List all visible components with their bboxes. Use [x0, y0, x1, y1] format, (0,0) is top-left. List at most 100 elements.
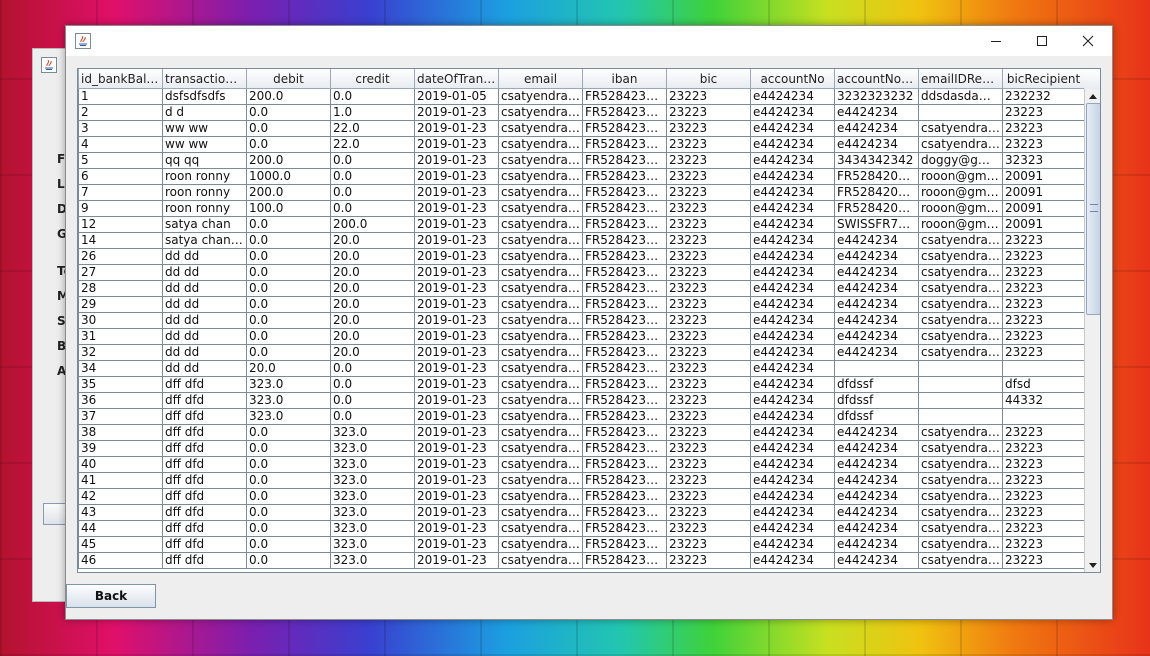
table-cell[interactable]: e4424234 [834, 344, 919, 361]
table-cell[interactable]: 20.0 [330, 280, 415, 297]
table-cell[interactable]: 0.0 [246, 552, 331, 569]
table-cell[interactable]: doggy@gma... [918, 152, 1003, 169]
table-row[interactable]: 3 ww ww 0.0 22.0 2019-01-23 csatyendra0... FR5… [78, 120, 1085, 137]
table-cell[interactable]: 0.0 [246, 328, 331, 345]
table-cell[interactable]: 4 [78, 136, 163, 153]
table-cell[interactable]: e4424234 [750, 504, 835, 521]
table-cell[interactable]: 323.0 [330, 472, 415, 489]
table-cell[interactable]: 20091 [1002, 216, 1085, 233]
table-cell[interactable]: e4424234 [834, 472, 919, 489]
table-cell[interactable]: 3434342342 [834, 152, 919, 169]
table-cell[interactable]: 44332 [1002, 392, 1085, 409]
table-cell[interactable]: csatyendra0... [498, 104, 583, 121]
table-cell[interactable]: 2019-01-23 [414, 344, 499, 361]
table-cell[interactable]: 23223 [666, 392, 751, 409]
table-cell[interactable]: 2019-01-23 [414, 104, 499, 121]
table-cell[interactable]: satya chan [162, 216, 247, 233]
table-cell[interactable]: e4424234 [750, 88, 835, 105]
table-cell[interactable]: 323.0 [246, 376, 331, 393]
table-cell[interactable]: e4424234 [750, 408, 835, 425]
table-cell[interactable]: 200.0 [246, 152, 331, 169]
table-cell[interactable]: dff dfd [162, 440, 247, 457]
table-cell[interactable]: 23223 [666, 232, 751, 249]
column-header[interactable]: transactionN... [162, 69, 247, 89]
table-cell[interactable]: 0.0 [330, 376, 415, 393]
table-cell[interactable]: dff dfd [162, 488, 247, 505]
table-cell[interactable]: e4424234 [834, 296, 919, 313]
table-row[interactable]: 30 dd dd 0.0 20.0 2019-01-23 csatyendra0... FR… [78, 312, 1085, 329]
table-cell[interactable]: 0.0 [330, 392, 415, 409]
table-cell[interactable]: 20.0 [246, 360, 331, 377]
table-cell[interactable]: e4424234 [750, 472, 835, 489]
table-cell[interactable]: dd dd [162, 264, 247, 281]
table-cell[interactable]: e4424234 [834, 136, 919, 153]
table-cell[interactable] [918, 104, 1003, 121]
table-cell[interactable]: FR52842322... [582, 120, 667, 137]
table-cell[interactable]: e4424234 [750, 312, 835, 329]
table-cell[interactable]: csatyendra0... [498, 200, 583, 217]
column-header[interactable]: accountNo [750, 69, 835, 89]
table-cell[interactable]: 20.0 [330, 344, 415, 361]
table-cell[interactable]: FR52842322... [582, 104, 667, 121]
table-cell[interactable]: 23223 [666, 312, 751, 329]
table-cell[interactable]: 23223 [1002, 312, 1085, 329]
table-cell[interactable] [1002, 408, 1085, 425]
table-cell[interactable]: 0.0 [246, 344, 331, 361]
table-cell[interactable]: 29 [78, 296, 163, 313]
table-cell[interactable]: 23223 [1002, 248, 1085, 265]
table-cell[interactable]: 39 [78, 440, 163, 457]
table-cell[interactable]: 23223 [666, 456, 751, 473]
table-cell[interactable]: FR52842009... [834, 184, 919, 201]
table-cell[interactable]: e4424234 [834, 104, 919, 121]
table-row[interactable]: 4 ww ww 0.0 22.0 2019-01-23 csatyendra0... FR5… [78, 136, 1085, 153]
table-cell[interactable]: 323.0 [246, 408, 331, 425]
table-cell[interactable]: 0.0 [330, 152, 415, 169]
table-cell[interactable]: dff dfd [162, 504, 247, 521]
table-cell[interactable]: dd dd [162, 248, 247, 265]
table-cell[interactable]: csatyendra0... [918, 424, 1003, 441]
table-cell[interactable]: e4424234 [750, 376, 835, 393]
table-cell[interactable]: FR52842322... [582, 216, 667, 233]
table-row[interactable]: 12 satya chan 0.0 200.0 2019-01-23 csatyendra… [78, 216, 1085, 233]
table-cell[interactable]: csatyendra0... [498, 248, 583, 265]
table-cell[interactable]: 0.0 [246, 296, 331, 313]
table-cell[interactable]: 23223 [1002, 520, 1085, 537]
table-cell[interactable]: 0.0 [330, 184, 415, 201]
table-cell[interactable]: e4424234 [750, 280, 835, 297]
table-cell[interactable]: csatyendra0... [498, 392, 583, 409]
column-header[interactable]: emailIDReci... [918, 69, 1003, 89]
table-cell[interactable]: csatyendra0... [498, 216, 583, 233]
table-cell[interactable]: 2019-01-23 [414, 328, 499, 345]
table-cell[interactable]: 2019-01-23 [414, 424, 499, 441]
table-cell[interactable]: csatyendra0... [918, 264, 1003, 281]
table-cell[interactable]: csatyendra0... [498, 536, 583, 553]
table-cell[interactable]: 44 [78, 520, 163, 537]
table-cell[interactable]: e4424234 [834, 504, 919, 521]
scroll-up-button[interactable] [1085, 89, 1100, 103]
table-cell[interactable]: 23223 [666, 280, 751, 297]
table-row[interactable]: 44 dff dfd 0.0 323.0 2019-01-23 csatyendra0..… [78, 520, 1085, 537]
table-cell[interactable]: FR52842322... [582, 520, 667, 537]
table-cell[interactable]: 23223 [666, 344, 751, 361]
column-header[interactable]: bic [666, 69, 751, 89]
table-cell[interactable]: 2019-01-23 [414, 136, 499, 153]
table-cell[interactable]: FR52842322... [582, 232, 667, 249]
table-cell[interactable]: 2019-01-23 [414, 168, 499, 185]
table-cell[interactable]: e4424234 [750, 264, 835, 281]
table-cell[interactable]: 23223 [1002, 232, 1085, 249]
table-cell[interactable]: 23223 [666, 552, 751, 569]
table-cell[interactable]: rooon@gmai... [918, 168, 1003, 185]
table-cell[interactable]: rooon@gmai... [918, 216, 1003, 233]
table-cell[interactable]: 3232323232 [834, 88, 919, 105]
table-cell[interactable]: 0.0 [330, 168, 415, 185]
table-cell[interactable]: FR52842322... [582, 536, 667, 553]
table-row[interactable]: 45 dff dfd 0.0 323.0 2019-01-23 csatyendra0..… [78, 536, 1085, 553]
table-cell[interactable]: 323.0 [330, 552, 415, 569]
table-cell[interactable]: e4424234 [834, 328, 919, 345]
table-cell[interactable]: 0.0 [246, 264, 331, 281]
table-cell[interactable]: FR52842322... [582, 264, 667, 281]
table-cell[interactable]: FR52842322... [582, 344, 667, 361]
table-cell[interactable]: e4424234 [750, 456, 835, 473]
table-row[interactable]: 2d d 0.0 1.0 2019-01-23 csatyendra0... FR5284… [78, 104, 1085, 121]
table-cell[interactable]: 2019-01-23 [414, 312, 499, 329]
